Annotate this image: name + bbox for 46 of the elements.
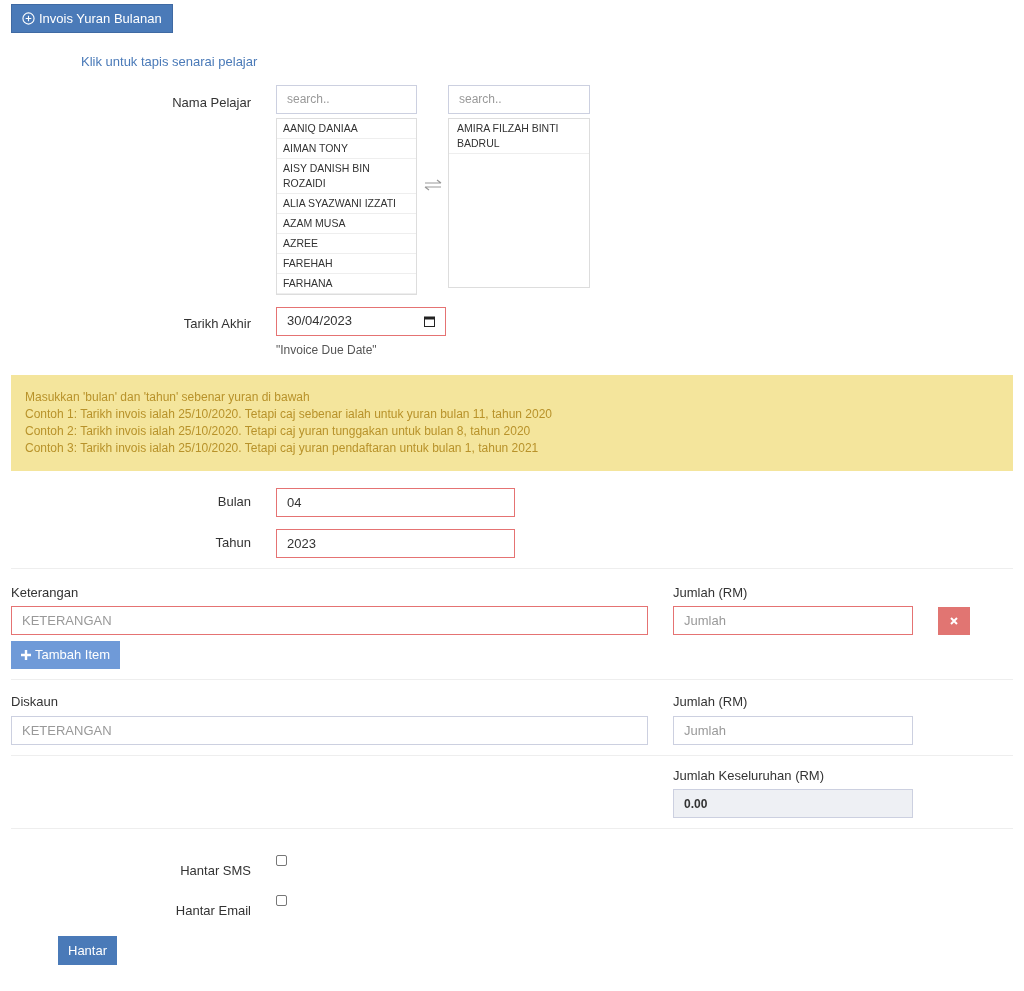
plus-circle-icon bbox=[22, 12, 35, 25]
hint-text: "Invoice Due Date" bbox=[276, 341, 378, 359]
field-label: Bulan bbox=[216, 493, 251, 512]
field-label: Tarikh Akhir bbox=[182, 314, 251, 333]
list-item[interactable]: AANIQ DANIAA bbox=[277, 118, 416, 139]
notice-text: Contoh 1: Tarikh invois ialah 25/10/2020. Tetapi caj sebenar ialah untuk yuran bulan 11, tahun 2020 bbox=[25, 405, 554, 423]
swap-arrows-icon bbox=[422, 178, 443, 191]
list-item[interactable]: AISY DANISH BIN ROZAIDI bbox=[277, 158, 416, 194]
date-field[interactable]: 30/04/2023 bbox=[276, 306, 446, 336]
remove-item-button[interactable] bbox=[938, 607, 970, 635]
field-label: Nama Pelajar bbox=[171, 93, 251, 112]
checkbox[interactable] bbox=[276, 894, 287, 906]
list-item[interactable]: FAREHAH bbox=[277, 253, 416, 274]
close-icon bbox=[950, 617, 958, 625]
text-field[interactable]: 2023 bbox=[276, 528, 515, 558]
checkbox[interactable] bbox=[276, 855, 287, 866]
text-field[interactable]: 04 bbox=[276, 487, 515, 517]
text-field[interactable]: KETERANGAN bbox=[11, 606, 648, 635]
list-item[interactable]: FARHANA bbox=[277, 273, 416, 294]
search-field[interactable]: search.. bbox=[448, 84, 590, 114]
submit-button[interactable]: Hantar bbox=[58, 936, 118, 965]
text-field[interactable]: Jumlah bbox=[673, 606, 913, 635]
field-label: Jumlah (RM) bbox=[673, 583, 749, 602]
plus-icon bbox=[21, 650, 31, 660]
field-label: Diskaun bbox=[11, 693, 59, 711]
checkbox-label: Hantar Email bbox=[174, 901, 251, 920]
notice-text: Contoh 2: Tarikh invois ialah 25/10/2020. Tetapi caj yuran tunggakan untuk bulan 8, tahun 2020 bbox=[25, 422, 532, 440]
list-item[interactable]: AZAM MUSA bbox=[277, 213, 416, 234]
calendar-icon bbox=[424, 315, 435, 327]
field-label: Keterangan bbox=[11, 583, 80, 602]
total-field: 0.00 bbox=[673, 789, 913, 818]
text-field[interactable]: KETERANGAN bbox=[11, 715, 648, 745]
new-invoice-button[interactable]: Invois Yuran Bulanan bbox=[11, 4, 173, 33]
field-label: Tahun bbox=[214, 534, 251, 553]
field-label: Jumlah Keseluruhan (RM) bbox=[673, 766, 825, 785]
notice-text: Masukkan 'bulan' dan 'tahun' sebenar yuran di bawah bbox=[25, 388, 311, 406]
field-label: Jumlah (RM) bbox=[673, 693, 749, 711]
list-item[interactable]: AIMAN TONY bbox=[277, 138, 416, 159]
notice-text: Contoh 3: Tarikh invois ialah 25/10/2020. Tetapi caj yuran pendaftaran untuk bulan 1, tahun 2021 bbox=[25, 439, 540, 457]
list-item[interactable]: ALIA SYAZWANI IZZATI bbox=[277, 193, 416, 214]
search-field[interactable]: search.. bbox=[276, 84, 417, 114]
list-item[interactable]: AZREE bbox=[277, 233, 416, 254]
checkbox-label: Hantar SMS bbox=[179, 862, 251, 880]
list-item[interactable]: AMIRA FILZAH BINTI BADRUL bbox=[449, 118, 589, 154]
filter-link[interactable]: Klik untuk tapis senarai pelajar bbox=[81, 54, 258, 69]
text-field[interactable]: Jumlah bbox=[673, 715, 913, 745]
